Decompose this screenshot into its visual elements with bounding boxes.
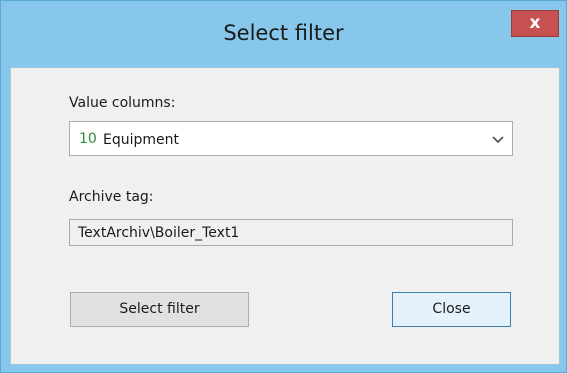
dialog-client-area: Value columns: 10 Equipment Archive tag:… — [10, 67, 560, 365]
value-columns-label: Value columns: — [69, 95, 176, 111]
select-filter-button[interactable]: Select filter — [70, 292, 249, 327]
value-column-number: 10 — [79, 131, 97, 147]
archive-tag-value: TextArchiv\Boiler_Text1 — [78, 225, 240, 241]
window-title: Select filter — [223, 21, 344, 45]
dialog-window: Select filter x Value columns: 10 Equipm… — [0, 0, 567, 373]
title-bar[interactable]: Select filter x — [1, 1, 566, 67]
close-window-button[interactable]: x — [511, 10, 559, 37]
archive-tag-label: Archive tag: — [69, 189, 154, 205]
value-columns-dropdown[interactable]: 10 Equipment — [69, 121, 513, 156]
close-button[interactable]: Close — [392, 292, 511, 327]
chevron-down-icon[interactable] — [492, 135, 504, 144]
value-column-text: Equipment — [103, 132, 179, 148]
archive-tag-field: TextArchiv\Boiler_Text1 — [69, 219, 513, 246]
